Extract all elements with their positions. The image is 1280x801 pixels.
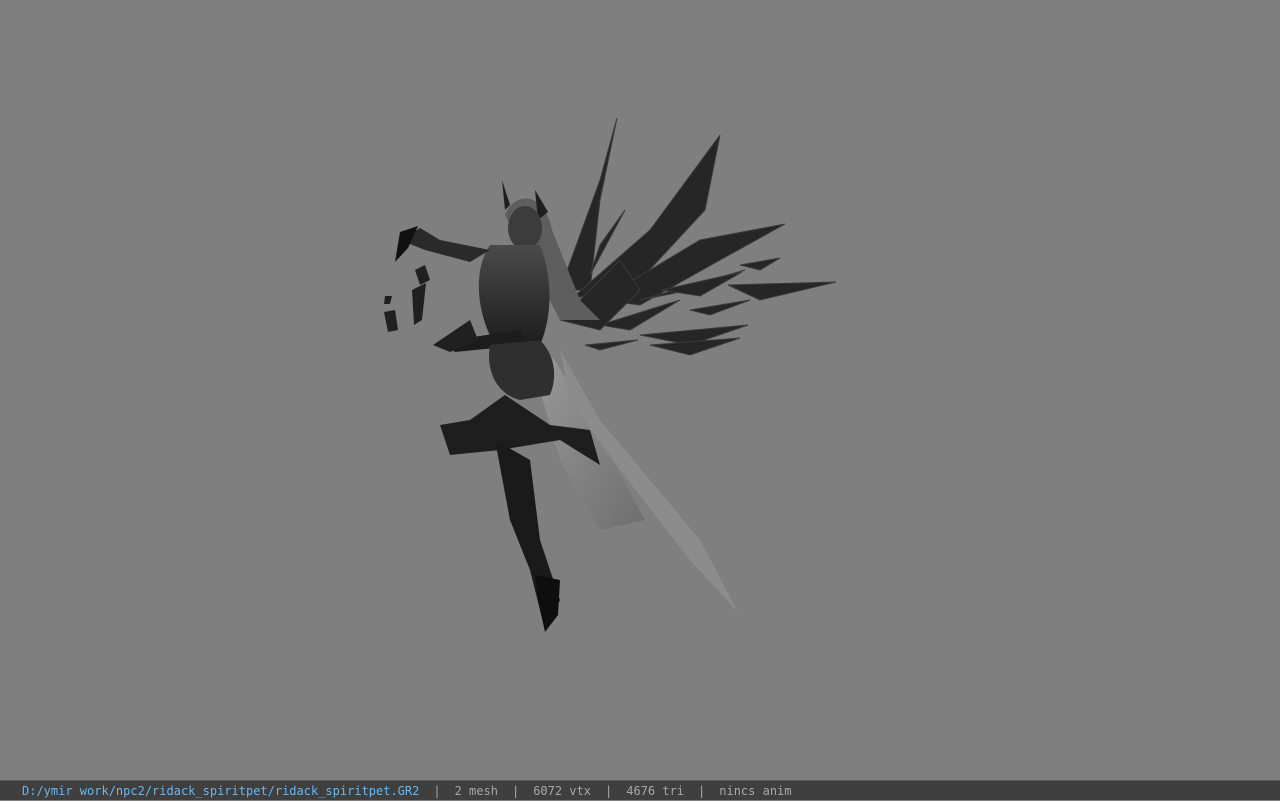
separator: | (433, 783, 441, 798)
separator: | (511, 783, 520, 798)
wing-shards (559, 117, 837, 356)
cloth-drape (535, 345, 738, 612)
triangle-count-label: 4676 tri (626, 783, 685, 798)
file-path-label: D:/ymir work/npc2/ridack_spiritpet/ridac… (22, 783, 420, 798)
ridack-spiritpet-model (384, 117, 837, 632)
separator: | (698, 783, 706, 798)
animation-status-label: nincs anim (719, 783, 792, 798)
separator: | (604, 783, 613, 798)
3d-viewport[interactable] (0, 0, 1280, 780)
status-bar: D:/ymir work/npc2/ridack_spiritpet/ridac… (0, 780, 1280, 800)
mesh-count-label: 2 mesh (454, 783, 498, 798)
floating-shards (384, 265, 478, 352)
vertex-count-label: 6072 vtx (533, 783, 591, 798)
